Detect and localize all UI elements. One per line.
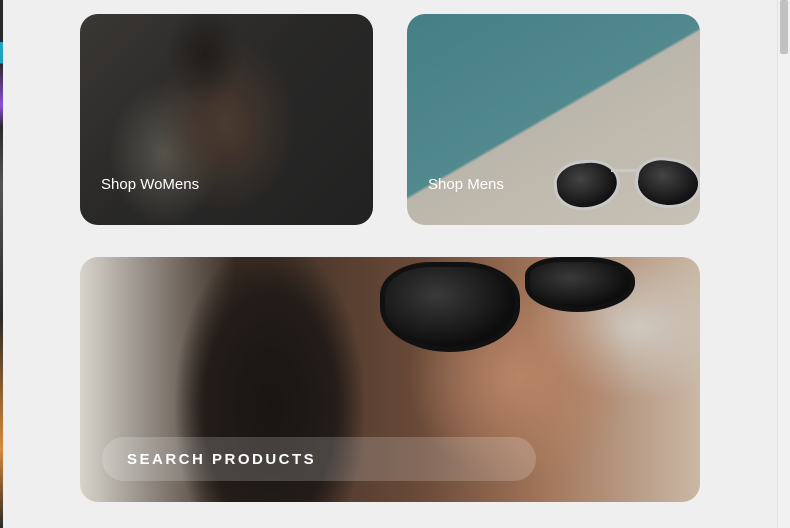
- shop-mens-label: Shop Mens: [428, 176, 504, 193]
- shop-mens-card[interactable]: Shop Mens: [407, 14, 700, 225]
- model-sunglasses-lens: [525, 257, 635, 312]
- sunglasses-image: [551, 156, 623, 214]
- shop-womens-label: Shop WoMens: [101, 176, 200, 193]
- model-sunglasses-image: [380, 262, 520, 352]
- shop-womens-card[interactable]: Shop WoMens: [80, 14, 373, 225]
- search-products-label: SEARCH PRODUCTS: [127, 450, 317, 468]
- search-products-card[interactable]: SEARCH PRODUCTS: [80, 257, 700, 502]
- page: Shop WoMens Shop Mens SEARCH PRODUCTS: [0, 0, 790, 528]
- search-products-button[interactable]: SEARCH PRODUCTS: [102, 437, 536, 481]
- vertical-scrollbar[interactable]: [777, 0, 790, 528]
- scrollbar-thumb[interactable]: [780, 0, 788, 54]
- sunglasses-lens: [631, 153, 700, 213]
- sunglasses-bridge: [611, 169, 639, 172]
- background-window-edge: [0, 0, 3, 528]
